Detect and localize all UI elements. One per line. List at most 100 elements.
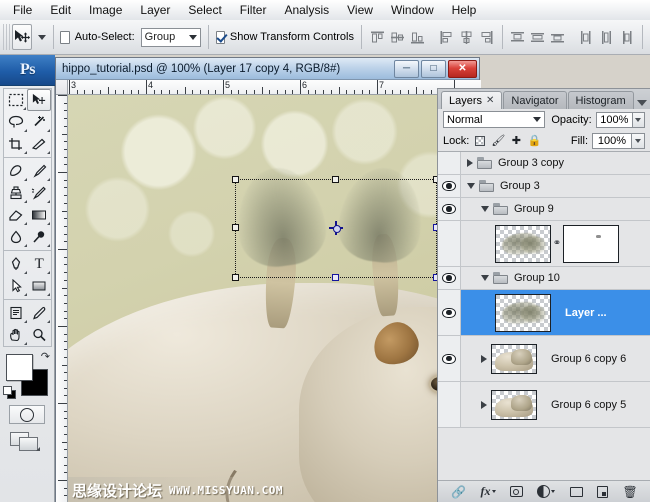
menu-item-filter[interactable]: Filter — [231, 1, 276, 19]
ruler-corner[interactable] — [56, 80, 68, 94]
slice-tool[interactable] — [28, 133, 52, 155]
transform-handle-bottom-left[interactable] — [231, 273, 239, 281]
align-right-edges-icon[interactable] — [478, 29, 495, 46]
restore-button[interactable]: □ — [421, 59, 446, 78]
horizontal-type-tool[interactable]: T — [28, 253, 52, 275]
tool-preset-chevron-down-icon[interactable] — [37, 34, 46, 40]
menu-item-image[interactable]: Image — [80, 1, 131, 19]
horizontal-ruler[interactable]: 3 4 5 6 7 — [56, 80, 481, 95]
rectangular-marquee-tool[interactable] — [4, 89, 27, 111]
opacity-input[interactable]: 100% — [595, 111, 633, 128]
tab-navigator[interactable]: Navigator — [503, 91, 567, 109]
rectangle-tool[interactable] — [28, 275, 52, 297]
minimize-button[interactable]: ─ — [394, 59, 419, 78]
layer-row[interactable]: Group 10 — [438, 267, 650, 290]
transform-handle-top-left[interactable] — [231, 175, 239, 183]
lasso-tool[interactable] — [4, 111, 28, 133]
path-selection-tool[interactable] — [4, 275, 28, 297]
auto-select-checkbox[interactable] — [60, 30, 70, 44]
layer-row[interactable]: Group 6 copy 5 — [438, 382, 650, 428]
notes-tool[interactable] — [4, 302, 28, 324]
close-button[interactable]: ✕ — [448, 59, 477, 78]
link-mask-icon[interactable]: ⚭ — [551, 234, 563, 254]
layer-visibility-toggle[interactable] — [438, 152, 461, 174]
document-title-bar[interactable]: hippo_tutorial.psd @ 100% (Layer 17 copy… — [56, 58, 479, 80]
brush-tool[interactable] — [28, 160, 52, 182]
layer-visibility-toggle[interactable] — [438, 175, 461, 197]
image-canvas[interactable]: 思缘设计论坛 WWW.MISSYUAN.COM — [68, 95, 480, 502]
pen-tool[interactable] — [4, 253, 28, 275]
chevron-right-icon[interactable] — [467, 159, 473, 167]
layer-row[interactable]: Group 6 copy 6 — [438, 336, 650, 382]
distribute-horizontal-centers-icon[interactable] — [598, 29, 615, 46]
chevron-right-icon[interactable] — [481, 354, 487, 363]
align-horizontal-centers-icon[interactable] — [458, 29, 475, 46]
chevron-down-icon[interactable] — [481, 275, 489, 281]
link-layers-icon[interactable]: 🔗 — [451, 485, 466, 499]
align-vertical-centers-icon[interactable] — [389, 29, 406, 46]
transform-handle-bottom-center[interactable] — [331, 273, 339, 281]
vertical-ruler[interactable] — [56, 95, 68, 502]
healing-brush-tool[interactable] — [4, 160, 28, 182]
history-brush-tool[interactable] — [28, 182, 52, 204]
foreground-color-swatch[interactable] — [6, 354, 33, 381]
menu-item-edit[interactable]: Edit — [41, 1, 80, 19]
layer-thumbnail[interactable] — [491, 343, 537, 374]
menu-item-select[interactable]: Select — [179, 1, 230, 19]
delete-layer-icon[interactable]: 🗑 — [622, 485, 637, 499]
eraser-tool[interactable] — [4, 204, 28, 226]
blur-tool[interactable] — [4, 226, 28, 248]
panel-menu-icon[interactable] — [637, 100, 647, 106]
tab-histogram[interactable]: Histogram — [567, 91, 634, 109]
menu-item-file[interactable]: File — [4, 1, 41, 19]
show-transform-controls-checkbox[interactable] — [215, 30, 225, 44]
fill-input[interactable]: 100% — [592, 132, 632, 149]
layer-row[interactable]: Group 9 — [438, 198, 650, 221]
layer-visibility-toggle[interactable] — [438, 198, 461, 220]
eyedropper-tool[interactable] — [28, 302, 52, 324]
distribute-vertical-centers-icon[interactable] — [529, 29, 546, 46]
lock-position-icon[interactable]: ✚ — [509, 134, 523, 148]
crop-tool[interactable] — [4, 133, 28, 155]
layer-row[interactable]: Group 3 copy — [438, 152, 650, 175]
align-left-edges-icon[interactable] — [438, 29, 455, 46]
layer-list[interactable]: Group 3 copy Group 3 Group 9 ⚭ Group 10 Layer… — [438, 151, 650, 481]
layer-thumbnail[interactable] — [491, 389, 537, 420]
opacity-slider-arrow[interactable] — [632, 111, 645, 128]
lock-image-pixels-icon[interactable]: 🖌 — [491, 134, 505, 148]
chevron-down-icon[interactable] — [467, 183, 475, 189]
hand-tool[interactable] — [4, 324, 28, 346]
transform-handle-middle-left[interactable] — [231, 224, 239, 232]
transform-handle-top-center[interactable] — [331, 175, 339, 183]
magic-wand-tool[interactable] — [28, 111, 52, 133]
layer-visibility-toggle[interactable] — [438, 336, 461, 381]
align-top-edges-icon[interactable] — [369, 29, 386, 46]
transform-bounding-box[interactable] — [231, 175, 440, 281]
auto-select-dropdown[interactable]: Group — [140, 27, 201, 47]
new-group-icon[interactable] — [569, 486, 583, 497]
layer-thumbnail[interactable] — [495, 224, 551, 263]
tab-layers[interactable]: Layers ✕ — [441, 91, 503, 109]
add-layer-style-icon[interactable]: fx — [481, 484, 496, 499]
fill-slider-arrow[interactable] — [632, 132, 645, 149]
add-layer-mask-icon[interactable] — [509, 486, 523, 497]
screen-mode-button[interactable] — [10, 432, 44, 451]
distribute-bottom-edges-icon[interactable] — [549, 29, 566, 46]
clone-stamp-tool[interactable] — [4, 182, 28, 204]
zoom-tool[interactable] — [28, 324, 52, 346]
distribute-left-edges-icon[interactable] — [578, 29, 595, 46]
gradient-tool[interactable] — [28, 204, 52, 226]
transform-reference-point[interactable] — [328, 221, 343, 236]
close-icon[interactable]: ✕ — [486, 95, 494, 106]
layer-visibility-toggle[interactable] — [438, 221, 461, 266]
swap-colors-icon[interactable]: ↷ — [41, 350, 50, 363]
quick-mask-mode-button[interactable] — [9, 405, 45, 424]
layer-row[interactable]: Group 3 — [438, 175, 650, 198]
new-adjustment-layer-icon[interactable] — [537, 485, 556, 498]
layer-row[interactable]: ⚭ — [438, 221, 650, 267]
distribute-top-edges-icon[interactable] — [509, 29, 526, 46]
move-tool-icon[interactable] — [11, 24, 32, 50]
layer-mask-thumbnail[interactable] — [563, 224, 619, 263]
new-layer-icon[interactable] — [597, 485, 609, 498]
move-tool[interactable] — [27, 89, 51, 111]
